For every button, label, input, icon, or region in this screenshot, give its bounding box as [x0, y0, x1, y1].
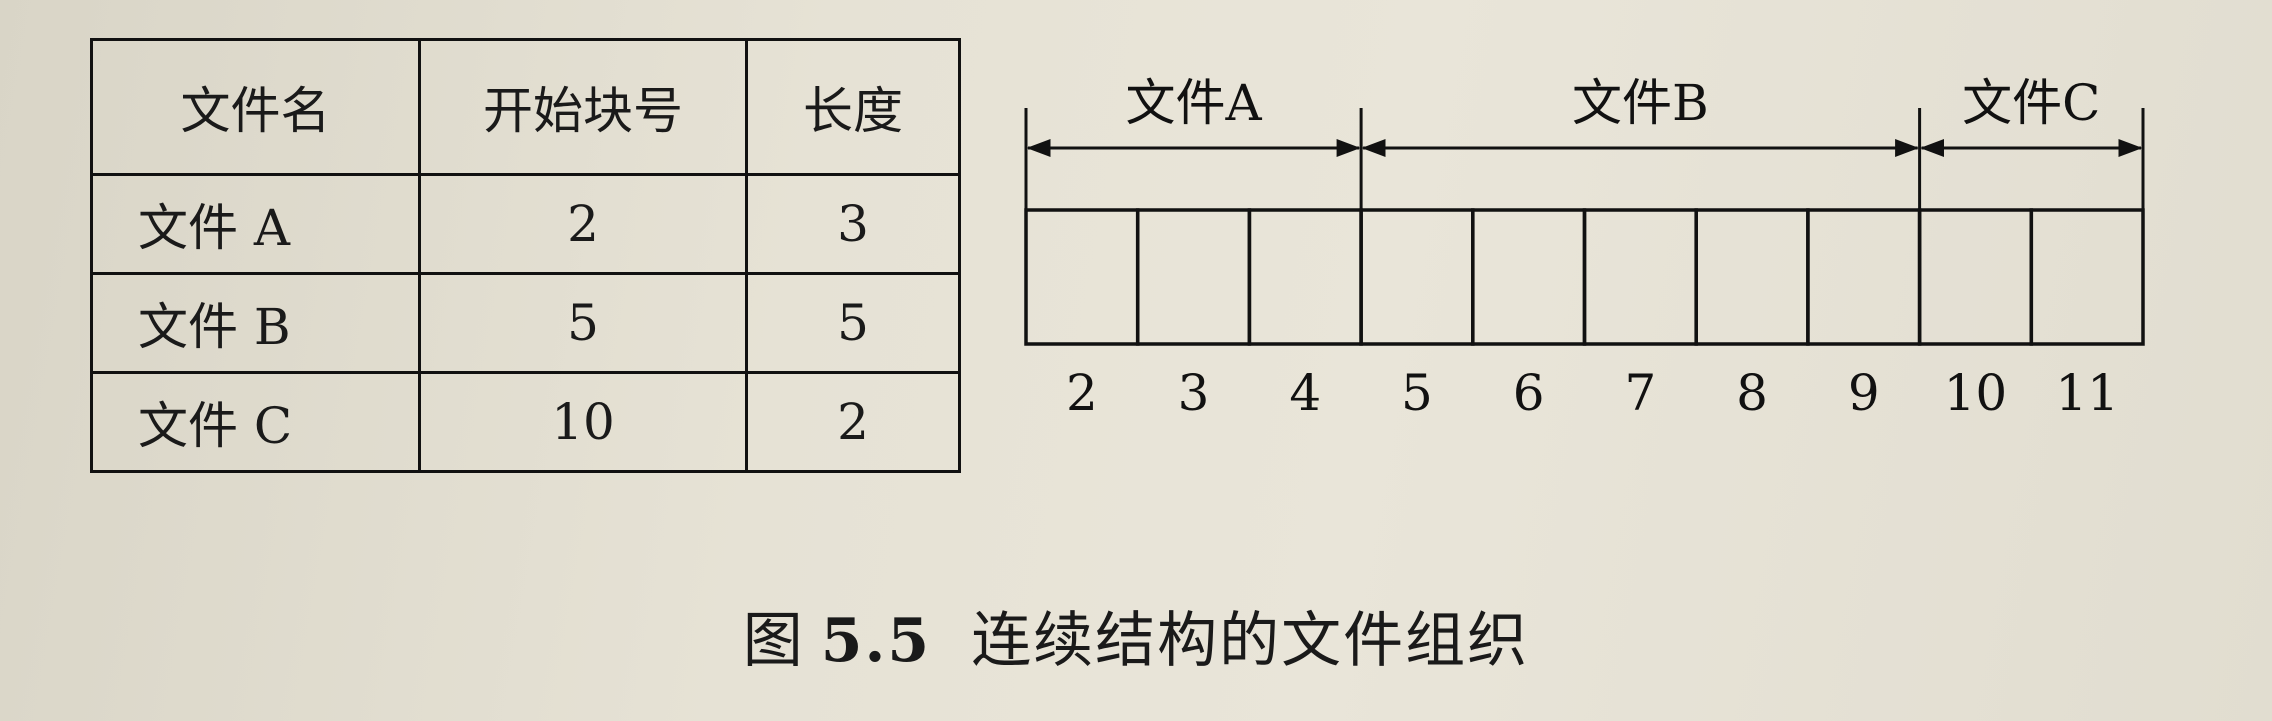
- block-number: 10: [1944, 364, 2008, 422]
- block-number: 8: [1736, 364, 1768, 422]
- block-number-labels: 2 3 4 5 6 7 8 9 10 11: [1066, 364, 2119, 422]
- disk-block: [1247, 208, 1363, 346]
- disk-block: [1135, 208, 1252, 346]
- file-extent-label: 文件A: [1125, 74, 1262, 132]
- disk-block: [1806, 208, 1922, 346]
- file-extent-label: 文件C: [1962, 74, 2100, 132]
- block-number: 7: [1624, 364, 1656, 422]
- caption-text: 连续结构的文件组织: [971, 606, 1530, 676]
- disk-block: [2029, 208, 2145, 346]
- caption-number: 5.5: [820, 606, 932, 676]
- block-number: 2: [1066, 364, 1098, 422]
- block-number: 9: [1848, 364, 1880, 422]
- figure-caption: 图 5.5 连续结构的文件组织: [0, 592, 2272, 679]
- block-strip: [1024, 208, 2145, 346]
- disk-block: [1582, 208, 1698, 346]
- textbook-page: 文件名 开始块号 长度 文件 A 2 3 文件 B 5 5 文件 C 10 2 …: [0, 0, 2272, 721]
- block-number: 6: [1513, 364, 1545, 422]
- file-extent-label: 文件B: [1572, 74, 1709, 132]
- disk-block: [1024, 208, 1140, 346]
- block-number: 11: [2055, 364, 2119, 422]
- disk-block: [1471, 208, 1587, 346]
- file-spans: 文件A 文件B 文件C: [1024, 74, 2145, 210]
- block-number: 5: [1401, 364, 1433, 422]
- disk-block: [1359, 208, 1475, 346]
- caption-prefix: 图: [742, 606, 805, 676]
- disk-block: [1917, 208, 2034, 346]
- disk-block: [1694, 208, 1810, 346]
- block-number: 4: [1289, 364, 1321, 422]
- block-number: 3: [1178, 364, 1210, 422]
